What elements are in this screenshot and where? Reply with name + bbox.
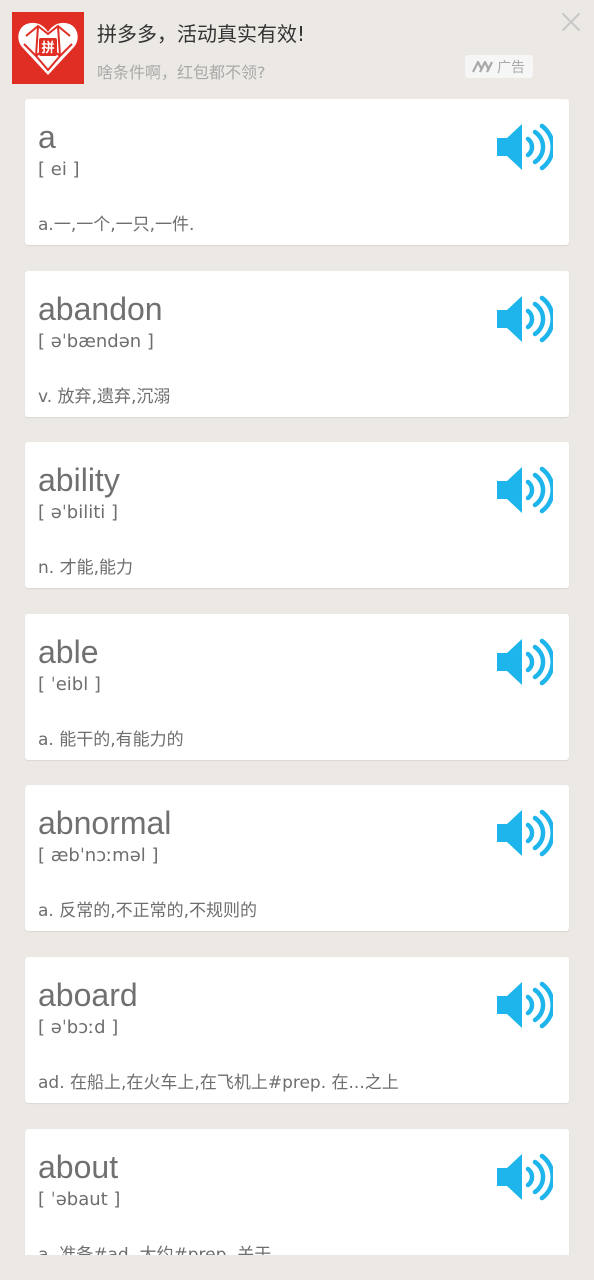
word-text: a bbox=[38, 119, 56, 155]
word-definition: a. 准备#ad. 大约#prep. 关于 bbox=[38, 1245, 272, 1255]
speaker-icon[interactable] bbox=[495, 121, 555, 173]
speaker-icon[interactable] bbox=[495, 807, 555, 859]
word-card-aboard[interactable]: aboard [ əˈbɔːd ] ad. 在船上,在火车上,在飞机上#prep… bbox=[25, 957, 569, 1103]
word-text: abandon bbox=[38, 291, 163, 327]
ad-banner[interactable]: 拼 拼多多，活动真实有效! 啥条件啊，红包都不领? 广告 bbox=[0, 0, 594, 96]
word-definition: a. 能干的,有能力的 bbox=[38, 730, 184, 750]
word-text: able bbox=[38, 634, 99, 670]
word-card-abnormal[interactable]: abnormal [ æbˈnɔːməl ] a. 反常的,不正常的,不规则的 bbox=[25, 785, 569, 931]
close-icon[interactable] bbox=[560, 11, 582, 33]
word-phonetic: [ ei ] bbox=[38, 159, 80, 180]
word-list[interactable]: a [ ei ] a.一,一个,一只,一件. abandon [ əˈbændə… bbox=[0, 0, 594, 1255]
word-card-about[interactable]: about [ ˈəbaut ] a. 准备#ad. 大约#prep. 关于 bbox=[25, 1129, 569, 1255]
word-phonetic: [ əˈbændən ] bbox=[38, 331, 154, 352]
word-card-able[interactable]: able [ ˈeibl ] a. 能干的,有能力的 bbox=[25, 614, 569, 760]
word-definition: a.一,一个,一只,一件. bbox=[38, 215, 195, 235]
speaker-icon[interactable] bbox=[495, 1151, 555, 1203]
word-text: aboard bbox=[38, 977, 138, 1013]
speaker-icon[interactable] bbox=[495, 464, 555, 516]
svg-text:拼: 拼 bbox=[41, 40, 54, 56]
word-text: abnormal bbox=[38, 805, 172, 841]
word-definition: n. 才能,能力 bbox=[38, 558, 133, 578]
word-phonetic: [ æbˈnɔːməl ] bbox=[38, 845, 159, 866]
speaker-icon[interactable] bbox=[495, 636, 555, 688]
word-card-a[interactable]: a [ ei ] a.一,一个,一只,一件. bbox=[25, 99, 569, 245]
word-text: ability bbox=[38, 462, 120, 498]
word-card-ability[interactable]: ability [ əˈbiliti ] n. 才能,能力 bbox=[25, 442, 569, 588]
ad-tag: 广告 bbox=[465, 55, 533, 78]
word-definition: a. 反常的,不正常的,不规则的 bbox=[38, 901, 258, 921]
word-phonetic: [ ˈeibl ] bbox=[38, 674, 101, 695]
speaker-icon[interactable] bbox=[495, 979, 555, 1031]
ad-network-icon bbox=[472, 60, 493, 73]
word-definition: ad. 在船上,在火车上,在飞机上#prep. 在...之上 bbox=[38, 1073, 399, 1093]
ad-subtitle: 啥条件啊，红包都不领? bbox=[97, 63, 266, 82]
word-text: about bbox=[38, 1149, 119, 1185]
word-list-screen: a [ ei ] a.一,一个,一只,一件. abandon [ əˈbændə… bbox=[0, 0, 594, 1280]
word-definition: v. 放弃,遗弃,沉溺 bbox=[38, 387, 171, 407]
word-card-abandon[interactable]: abandon [ əˈbændən ] v. 放弃,遗弃,沉溺 bbox=[25, 271, 569, 417]
pinduoduo-logo-icon[interactable]: 拼 bbox=[12, 12, 84, 84]
ad-title: 拼多多，活动真实有效! bbox=[97, 22, 306, 46]
ad-tag-label: 广告 bbox=[497, 60, 525, 76]
word-phonetic: [ ˈəbaut ] bbox=[38, 1189, 121, 1210]
word-phonetic: [ əˈbiliti ] bbox=[38, 502, 118, 523]
speaker-icon[interactable] bbox=[495, 293, 555, 345]
word-phonetic: [ əˈbɔːd ] bbox=[38, 1017, 119, 1038]
